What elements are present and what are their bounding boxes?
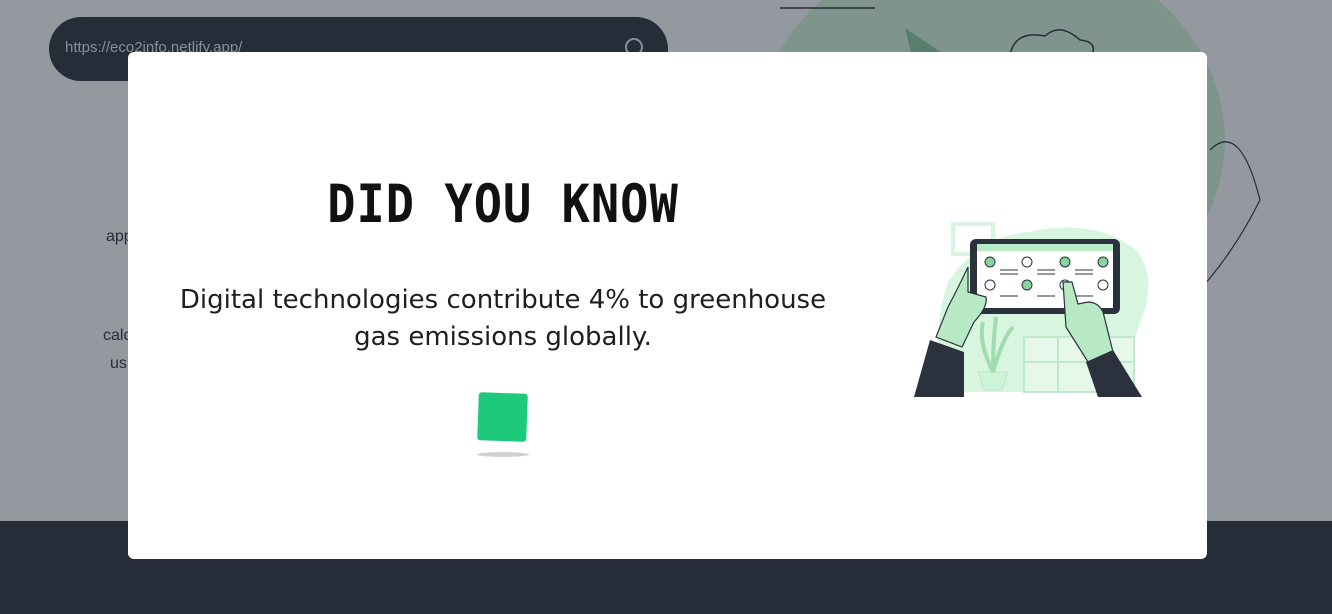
loading-square-icon: [477, 392, 528, 442]
did-you-know-modal: DID YOU KNOW Digital technologies contri…: [128, 52, 1207, 559]
modal-title: DID YOU KNOW: [327, 173, 679, 236]
tablet-illustration: [914, 222, 1149, 397]
modal-message: Digital technologies contribute 4% to gr…: [179, 285, 827, 352]
loading-shadow: [477, 452, 529, 457]
